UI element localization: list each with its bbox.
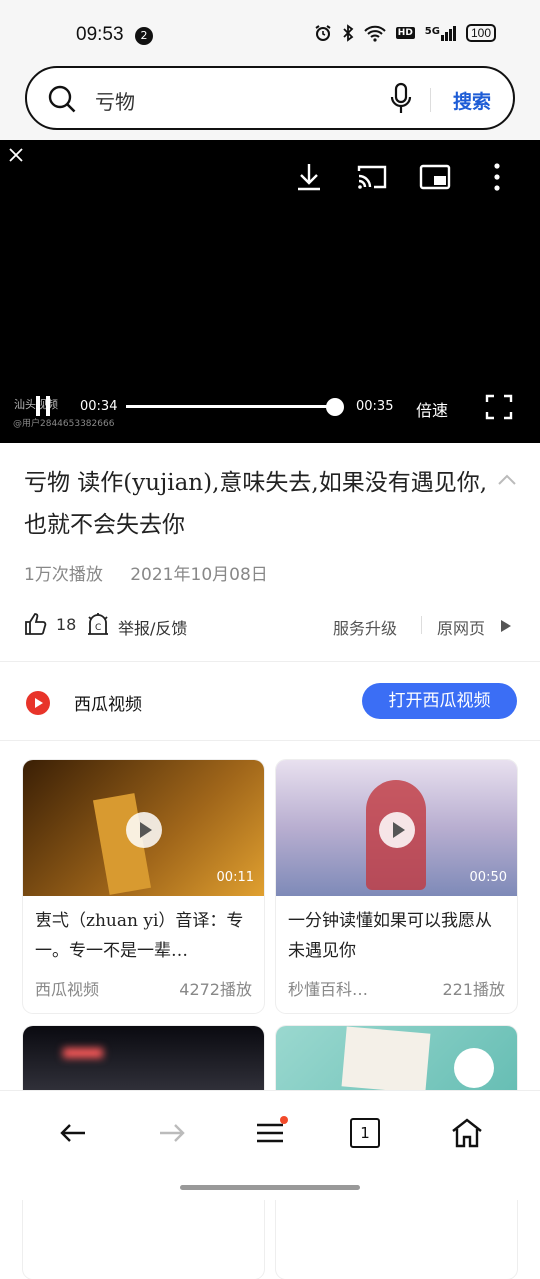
notification-badge: 2 (135, 27, 153, 45)
wifi-icon (364, 25, 386, 42)
video-meta: 1万次播放 2021年10月08日 (24, 560, 290, 585)
card-source: 西瓜视频 (35, 980, 100, 999)
fullscreen-icon[interactable] (485, 394, 513, 420)
signal-icon: 5G (424, 25, 456, 41)
clock: 09:53 (76, 24, 124, 45)
forward-icon[interactable] (154, 1115, 190, 1151)
video-title: 亏物 读作(yujian),意味失去,如果没有遇见你,也就不会失去你 (24, 470, 488, 538)
video-card[interactable]: 00:11 叀弌（zhuan yi）音译：专一。专一不是一辈… 西瓜视频 427… (23, 760, 264, 1013)
like-icon[interactable] (24, 612, 48, 636)
video-player[interactable] (0, 140, 540, 443)
card-source: 秒懂百科… (288, 980, 369, 999)
battery-indicator: 100 (465, 24, 496, 42)
play-icon (379, 812, 415, 848)
collapse-chevron-icon[interactable] (497, 473, 517, 487)
close-icon[interactable] (8, 147, 24, 163)
video-user-watermark: @用户2844653382666 (13, 419, 115, 429)
current-time: 00:34 (80, 399, 118, 414)
action-row: 18 C 举报/反馈 服务升级 原网页 (0, 612, 540, 640)
menu-icon[interactable] (252, 1115, 288, 1151)
svg-text:C: C (95, 623, 101, 633)
report-feedback-link[interactable]: 举报/反馈 (118, 615, 187, 639)
card-title: 叀弌（zhuan yi）音译：专一。专一不是一辈… (35, 911, 244, 961)
service-upgrade-link[interactable]: 服务升级 (333, 615, 397, 639)
xigua-logo-icon (26, 691, 50, 715)
status-icons: HD 5G 100 (314, 24, 496, 42)
total-time: 00:35 (356, 399, 394, 414)
pause-icon[interactable] (34, 395, 52, 417)
bottom-navigation: 1 (0, 1090, 540, 1200)
original-page-link[interactable]: 原网页 (437, 615, 485, 639)
speed-button[interactable]: 倍速 (416, 397, 448, 421)
status-bar: 09:53 2 HD 5G 100 (0, 0, 540, 64)
back-icon[interactable] (55, 1115, 91, 1151)
home-icon[interactable] (449, 1115, 485, 1151)
card-play-count: 4272播放 (179, 980, 252, 999)
arrow-right-icon (501, 620, 511, 632)
alarm-icon (315, 25, 331, 41)
network-type: 5G (424, 25, 440, 37)
card-play-count: 221播放 (442, 980, 505, 999)
microphone-icon[interactable] (389, 82, 413, 116)
card-title: 一分钟读懂如果可以我愿从未遇见你 (288, 911, 492, 961)
like-count: 18 (56, 615, 77, 634)
source-name: 西瓜视频 (74, 695, 142, 715)
search-icon (48, 85, 76, 113)
seek-handle[interactable] (326, 398, 344, 416)
search-bar[interactable]: 亏物 搜索 (25, 66, 515, 130)
view-count: 1万次播放 (24, 565, 103, 585)
action-divider (421, 616, 422, 634)
download-icon[interactable] (295, 162, 323, 192)
seek-bar[interactable] (126, 405, 336, 408)
search-button[interactable]: 搜索 (453, 87, 491, 114)
more-options-icon[interactable] (490, 162, 504, 192)
open-xigua-button[interactable]: 打开西瓜视频 (362, 683, 517, 719)
divider (0, 740, 540, 741)
search-divider (430, 88, 431, 112)
report-icon[interactable]: C (86, 612, 110, 636)
hd-badge: HD (395, 27, 415, 39)
publish-date: 2021年10月08日 (130, 565, 268, 585)
tabs-button[interactable]: 1 (350, 1118, 380, 1148)
divider (0, 661, 540, 662)
video-card[interactable]: 00:50 一分钟读懂如果可以我愿从未遇见你 秒懂百科… 221播放 (276, 760, 517, 1013)
video-duration: 00:11 (216, 870, 254, 885)
home-indicator (180, 1185, 360, 1190)
bluetooth-icon (343, 24, 354, 42)
picture-in-picture-icon[interactable] (419, 163, 451, 191)
play-icon (126, 812, 162, 848)
search-input[interactable]: 亏物 (95, 86, 135, 115)
search-bar-container: 亏物 搜索 (0, 64, 540, 140)
video-duration: 00:50 (469, 870, 507, 885)
cast-icon[interactable] (356, 163, 388, 191)
